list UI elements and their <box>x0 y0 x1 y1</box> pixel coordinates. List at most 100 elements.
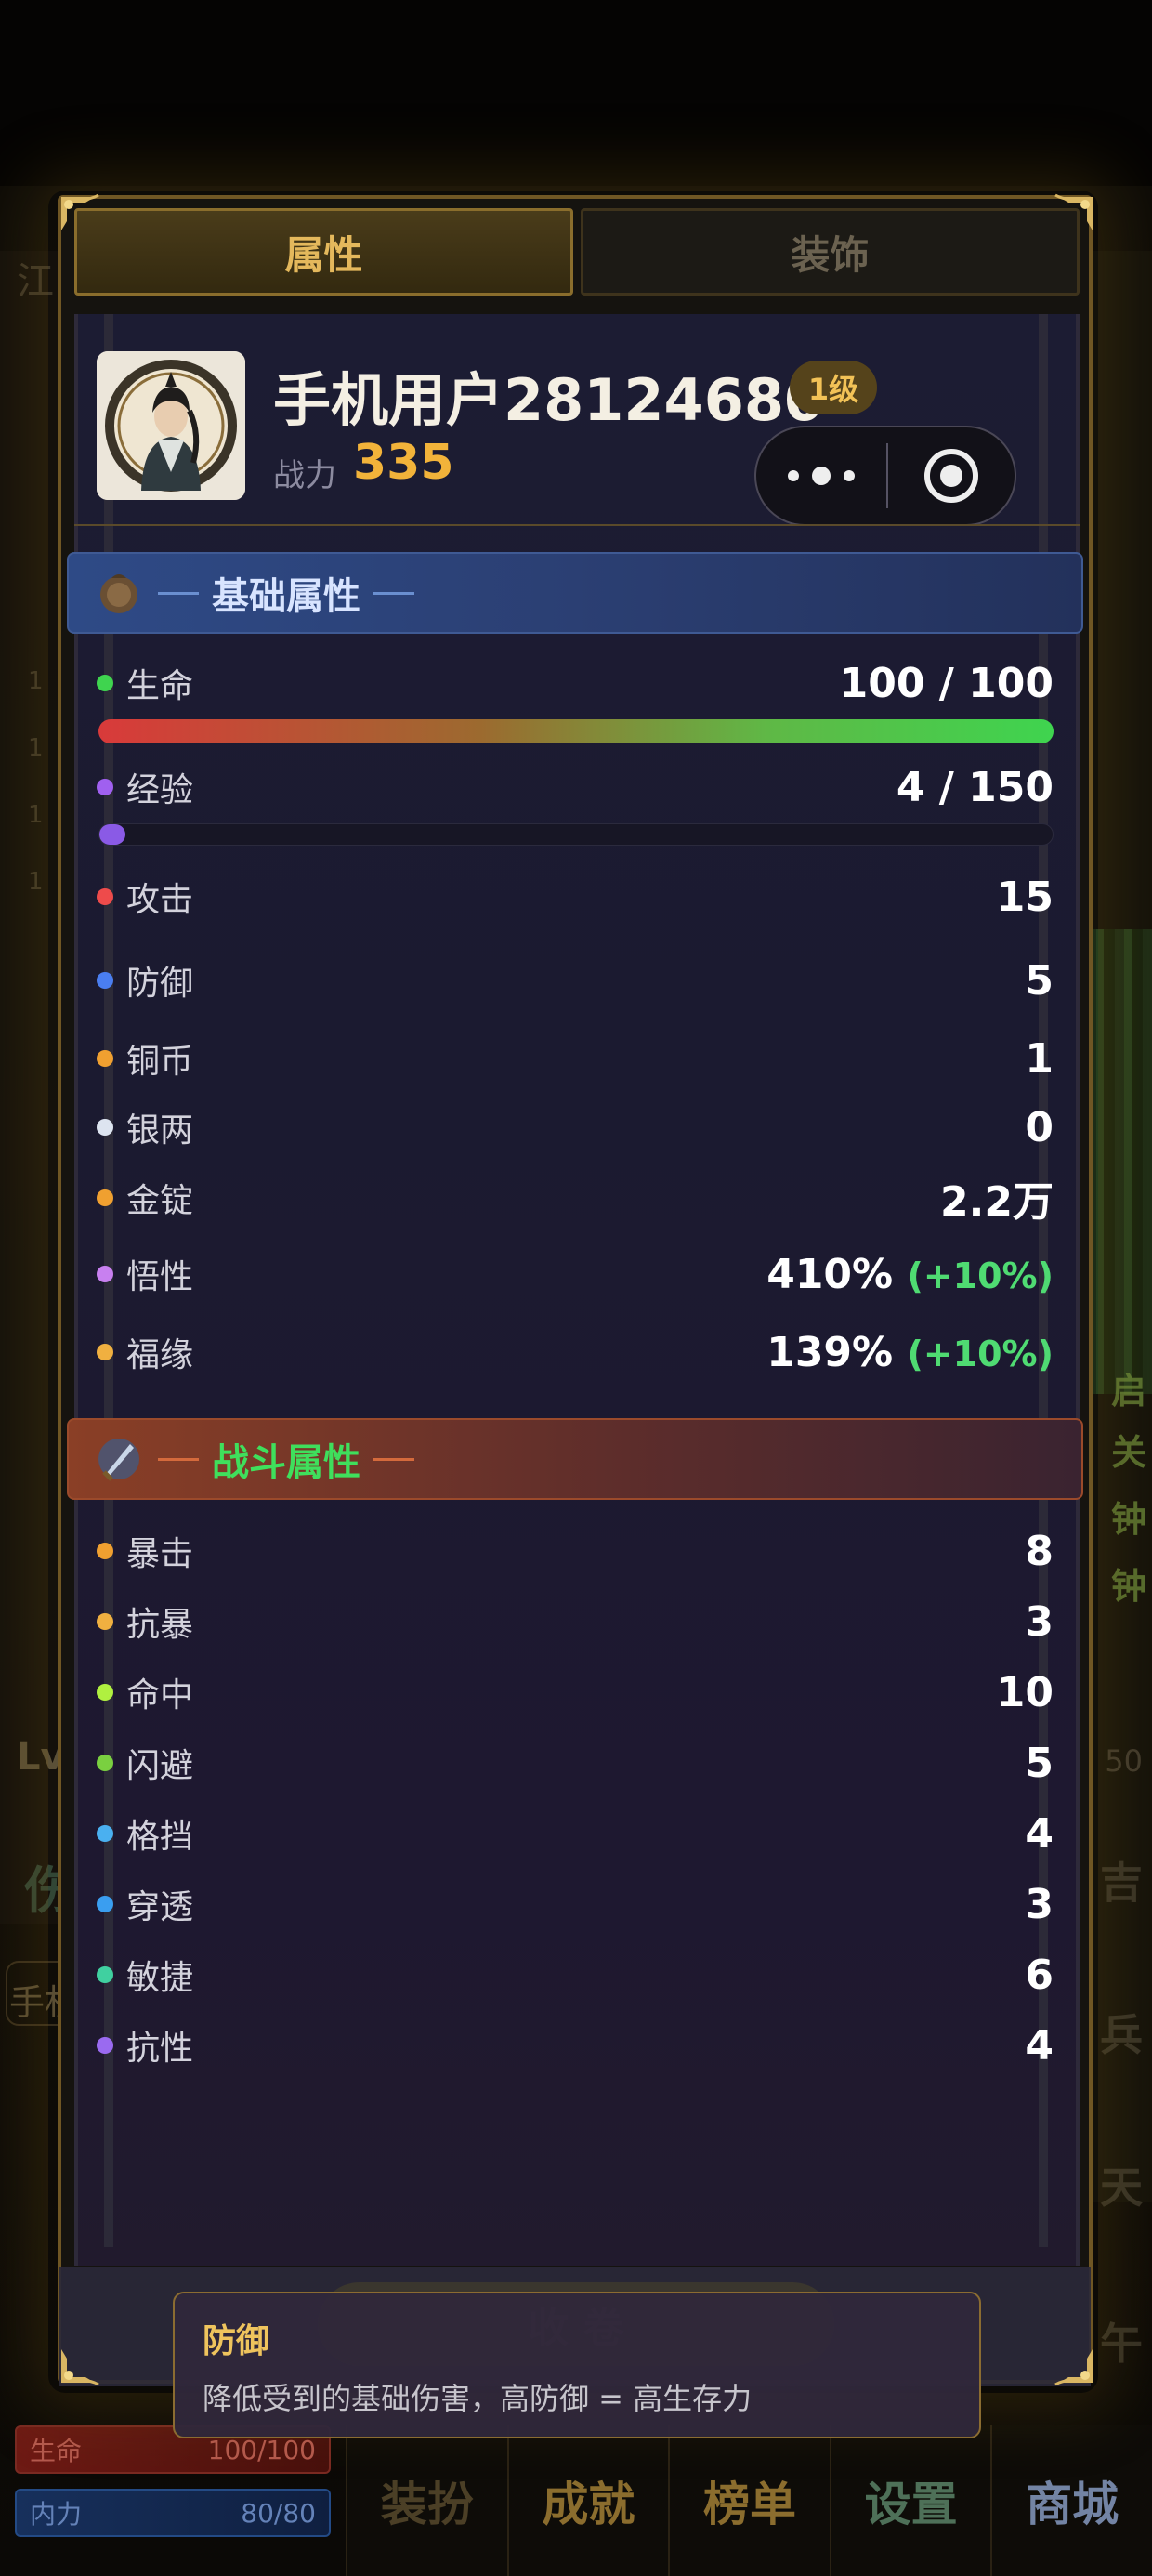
more-dot-icon <box>812 467 831 485</box>
more-dot-icon <box>844 470 855 481</box>
xp-bar <box>98 823 1054 846</box>
nav-settings[interactable]: 设置 <box>829 2425 991 2576</box>
corner-ornament-icon <box>1031 2321 1096 2386</box>
stat-row[interactable]: 悟性 410% (+10%) <box>97 1251 1054 1298</box>
avatar[interactable] <box>97 351 245 500</box>
nav-achievements[interactable]: 成就 <box>506 2425 669 2576</box>
tab-attributes[interactable]: 属性 <box>74 208 573 296</box>
tab-decorations[interactable]: 装饰 <box>581 208 1080 296</box>
nav-costume[interactable]: 装扮 <box>346 2425 507 2576</box>
stat-label: 银两 <box>126 1111 194 1150</box>
stat-row[interactable]: 格挡 4 <box>97 1810 1054 1858</box>
stat-label: 抗性 <box>126 2030 194 2068</box>
background-tick: 1 <box>28 734 44 762</box>
background-quest-char: 启 <box>1110 1371 1146 1412</box>
character-portrait-icon <box>97 351 245 500</box>
stat-value: 410% (+10%) <box>766 1251 1054 1298</box>
miniprogram-capsule <box>754 426 1016 526</box>
stat-value: 4 <box>1025 1810 1054 1858</box>
stat-bullet <box>97 1825 113 1842</box>
stat-value: 3 <box>1025 1881 1054 1928</box>
nav-shop[interactable]: 商城 <box>990 2425 1152 2576</box>
stat-row[interactable]: 抗暴 3 <box>97 1598 1054 1646</box>
background-tick: 1 <box>28 801 44 829</box>
stat-label: 闪避 <box>126 1747 194 1785</box>
username: 手机用户28124680 <box>273 366 825 434</box>
stat-label: 敏捷 <box>126 1959 194 1997</box>
stat-label: 命中 <box>126 1676 194 1715</box>
stat-row[interactable]: 银两 0 <box>97 1103 1054 1151</box>
more-button[interactable] <box>756 427 886 524</box>
stat-value-text: 8 <box>1025 1527 1054 1575</box>
basic-attributes-header: 基础属性 <box>67 552 1083 634</box>
level-badge: 1级 <box>790 361 877 414</box>
stat-bullet <box>97 2037 113 2054</box>
stat-value: 5 <box>1025 1740 1054 1787</box>
section-line <box>158 1457 199 1461</box>
stat-value: 6 <box>1025 1952 1054 1999</box>
stat-row[interactable]: 金锭 2.2万 <box>97 1175 1054 1226</box>
stat-value-text: 410% <box>766 1250 894 1298</box>
stat-value: 3 <box>1025 1598 1054 1646</box>
stat-bullet <box>97 888 113 905</box>
stat-value-text: 0 <box>1025 1103 1054 1151</box>
stat-row[interactable]: 穿透 3 <box>97 1881 1054 1928</box>
stat-label: 穿透 <box>126 1888 194 1926</box>
background-side-char: 兵 <box>1100 2010 1143 2060</box>
stat-row[interactable]: 命中 10 <box>97 1668 1054 1716</box>
target-close-icon <box>924 449 978 503</box>
stat-row[interactable]: 暴击 8 <box>97 1528 1054 1575</box>
bottom-mp-label: 内力 <box>30 2499 83 2530</box>
stat-bullet <box>97 1684 113 1701</box>
stat-value-text: 10 <box>996 1668 1054 1716</box>
stat-row[interactable]: 闪避 5 <box>97 1740 1054 1787</box>
stat-row[interactable]: 防御 5 <box>97 956 1054 1005</box>
background-quest-char: 钟 <box>1110 1499 1146 1540</box>
stat-label: 暴击 <box>126 1535 194 1573</box>
coin-pouch-icon <box>93 567 145 619</box>
stat-row[interactable]: 抗性 4 <box>97 2022 1054 2070</box>
stat-row[interactable]: 敏捷 6 <box>97 1952 1054 1999</box>
battle-attributes-title: 战斗属性 <box>212 1441 360 1484</box>
stat-value: 100 / 100 <box>839 659 1054 707</box>
stat-row[interactable]: 福缘 139% (+10%) <box>97 1329 1054 1376</box>
stat-value-text: 3 <box>1025 1880 1054 1928</box>
stat-bonus: (+10%) <box>907 1333 1054 1374</box>
stat-row-hp[interactable]: 生命 100 / 100 <box>97 659 1054 707</box>
corner-ornament-icon <box>58 193 123 258</box>
bottom-hp-value: 100/100 <box>207 2434 316 2465</box>
stat-value: 139% (+10%) <box>766 1329 1054 1376</box>
stat-bullet <box>97 1050 113 1067</box>
close-miniprogram-button[interactable] <box>888 449 1015 503</box>
stat-label: 防御 <box>126 965 194 1003</box>
stat-bullet <box>97 675 113 691</box>
stat-bullet <box>97 1613 113 1630</box>
stat-row[interactable]: 攻击 15 <box>97 874 1054 921</box>
stat-value-text: 15 <box>996 873 1054 921</box>
stat-value-text: 6 <box>1025 1951 1054 1999</box>
battle-attributes-header: 战斗属性 <box>67 1418 1083 1500</box>
bottom-mp-bar: 内力 80/80 <box>15 2489 331 2537</box>
background-tick: 1 <box>28 667 44 695</box>
stat-row-xp[interactable]: 经验 4 / 150 <box>97 764 1054 811</box>
stat-row[interactable]: 铜币 1 <box>97 1035 1054 1083</box>
bottom-nav: 装扮 成就 榜单 设置 商城 <box>346 2425 1152 2576</box>
nav-leaderboard[interactable]: 榜单 <box>668 2425 830 2576</box>
stat-value: 15 <box>997 874 1054 921</box>
stat-bullet <box>97 1755 113 1771</box>
section-line <box>373 591 414 595</box>
bottom-hp-label: 生命 <box>30 2436 83 2466</box>
power-label: 战力 <box>273 457 336 494</box>
stat-value-text: 5 <box>1025 956 1054 1005</box>
stat-value: 1 <box>1025 1035 1054 1083</box>
stat-label: 悟性 <box>126 1258 194 1296</box>
stat-bonus: (+10%) <box>907 1255 1054 1296</box>
stat-bullet <box>97 1266 113 1282</box>
stat-bullet <box>97 972 113 989</box>
stat-label: 格挡 <box>126 1818 194 1856</box>
stat-bullet <box>97 1896 113 1912</box>
stat-label: 攻击 <box>126 881 194 919</box>
stat-value: 8 <box>1025 1528 1054 1575</box>
background-side-char: 午 <box>1100 2319 1143 2369</box>
stat-label: 金锭 <box>126 1182 194 1220</box>
